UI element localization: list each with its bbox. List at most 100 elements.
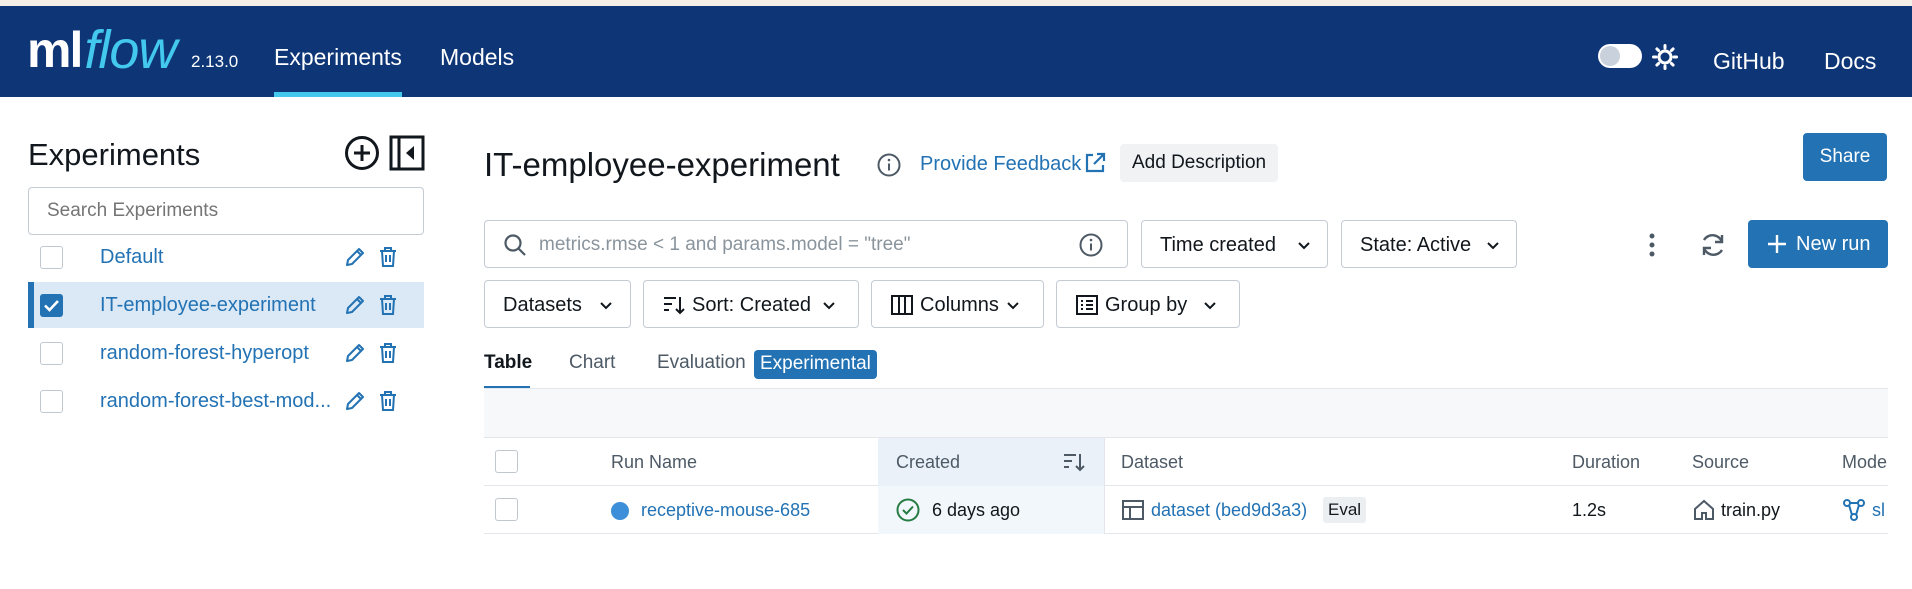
top-navbar: ml flow 2.13.0 Experiments Models GitHub… (0, 6, 1912, 97)
pencil-icon[interactable] (343, 245, 367, 269)
sidebar-item-it-employee-experiment[interactable]: IT-employee-experiment (28, 282, 424, 328)
experiment-checkbox[interactable] (40, 246, 63, 269)
check-circle-icon (896, 498, 920, 522)
sun-icon[interactable] (1652, 44, 1678, 70)
tab-table[interactable]: Table (484, 352, 532, 374)
sidebar-item-label[interactable]: IT-employee-experiment (100, 294, 340, 317)
run-name-link[interactable]: receptive-mouse-685 (641, 500, 810, 521)
created-value: 6 days ago (932, 500, 1021, 520)
experimental-badge: Experimental (754, 350, 877, 379)
sort-dropdown[interactable]: Sort: Created (643, 280, 859, 328)
dropdown-label: State: Active (1360, 234, 1472, 256)
nav-tab-models[interactable]: Models (440, 44, 514, 71)
column-header-run-name[interactable]: Run Name (611, 452, 697, 473)
provide-feedback-link[interactable]: Provide Feedback (920, 153, 1081, 176)
sidebar-item-label[interactable]: Default (100, 246, 340, 269)
info-icon[interactable] (877, 153, 901, 177)
run-search-input[interactable]: metrics.rmse < 1 and params.model = "tre… (539, 234, 910, 256)
tab-chart[interactable]: Chart (569, 352, 615, 374)
run-search-box[interactable]: metrics.rmse < 1 and params.model = "tre… (484, 220, 1128, 268)
column-header-duration[interactable]: Duration (1572, 452, 1640, 473)
chevron-down-icon (1203, 298, 1217, 312)
table-toolbar-area (484, 388, 1888, 438)
more-options-icon[interactable] (1640, 230, 1664, 260)
collapse-sidebar-icon[interactable] (389, 135, 425, 171)
pencil-icon[interactable] (343, 341, 367, 365)
trash-icon[interactable] (376, 245, 400, 269)
dropdown-label: Group by (1105, 294, 1188, 316)
table-row[interactable]: receptive-mouse-685 6 days ago dataset (… (484, 486, 1888, 534)
sort-icon (662, 293, 686, 317)
logo-ml-text: ml (27, 22, 83, 78)
group-by-dropdown[interactable]: Group by (1056, 280, 1240, 328)
toggle-knob (1600, 46, 1620, 66)
dropdown-label: Columns (920, 294, 999, 316)
pencil-icon[interactable] (343, 293, 367, 317)
column-header-dataset[interactable]: Dataset (1121, 452, 1183, 473)
docs-link[interactable]: Docs (1824, 48, 1876, 75)
external-link-icon[interactable] (1083, 151, 1107, 175)
sort-descending-icon[interactable] (1062, 450, 1086, 474)
model-link[interactable]: sl (1872, 500, 1885, 521)
chevron-down-icon (599, 298, 613, 312)
version-label: 2.13.0 (191, 52, 239, 71)
dataset-link[interactable]: dataset (bed9d3a3) (1151, 500, 1307, 521)
sidebar-item-label[interactable]: random-forest-hyperopt (100, 342, 340, 365)
github-link[interactable]: GitHub (1713, 48, 1785, 75)
experiment-search-input[interactable] (28, 187, 424, 235)
sidebar-item-random-forest-best-model[interactable]: random-forest-best-mod... (28, 378, 424, 424)
add-description-button[interactable]: Add Description (1120, 144, 1279, 182)
nav-tab-experiments[interactable]: Experiments (274, 44, 402, 71)
row-checkbox[interactable] (495, 498, 518, 521)
duration-value: 1.2s (1572, 500, 1607, 520)
dropdown-label: Sort: Created (692, 294, 811, 316)
experiment-checkbox[interactable] (40, 294, 63, 317)
dropdown-label: Datasets (503, 294, 582, 316)
add-experiment-icon[interactable] (344, 135, 380, 171)
pencil-icon[interactable] (343, 389, 367, 413)
sidebar-item-random-forest-hyperopt[interactable]: random-forest-hyperopt (28, 330, 424, 376)
sidebar-item-label[interactable]: random-forest-best-mod... (100, 390, 340, 413)
columns-icon (890, 293, 914, 317)
tab-evaluation[interactable]: Evaluation (657, 352, 746, 374)
select-all-checkbox[interactable] (495, 450, 518, 473)
search-info-icon[interactable] (1079, 233, 1103, 257)
columns-dropdown[interactable]: Columns (871, 280, 1044, 328)
list-icon (1075, 293, 1099, 317)
chevron-down-icon (1006, 298, 1020, 312)
source-value[interactable]: train.py (1721, 500, 1780, 521)
logo-flow-text: flow (84, 20, 177, 80)
model-icon (1842, 498, 1866, 522)
chevron-down-icon (822, 298, 836, 312)
table-icon (1121, 498, 1145, 522)
column-header-models[interactable]: Mode (1842, 452, 1887, 473)
time-created-dropdown[interactable]: Time created (1141, 220, 1328, 268)
experiment-checkbox[interactable] (40, 342, 63, 365)
mlflow-logo[interactable]: ml flow (27, 20, 177, 80)
dataset-tag-badge: Eval (1323, 497, 1367, 523)
dropdown-label: Time created (1160, 234, 1276, 256)
run-color-dot[interactable] (611, 502, 629, 520)
sidebar-item-default[interactable]: Default (28, 234, 424, 280)
refresh-icon[interactable] (1698, 230, 1728, 260)
sidebar-title: Experiments (28, 137, 201, 172)
chevron-down-icon (1486, 238, 1500, 252)
chevron-down-icon (1297, 238, 1311, 252)
datasets-dropdown[interactable]: Datasets (484, 280, 631, 328)
state-dropdown[interactable]: State: Active (1341, 220, 1517, 268)
trash-icon[interactable] (376, 293, 400, 317)
active-tab-indicator (274, 92, 402, 97)
new-run-button[interactable]: New run (1748, 220, 1888, 268)
column-header-created[interactable]: Created (896, 452, 960, 473)
experiment-title: IT-employee-experiment (484, 146, 840, 183)
theme-toggle[interactable] (1598, 44, 1642, 68)
share-button[interactable]: Share (1803, 133, 1887, 181)
new-run-label: New run (1796, 233, 1871, 255)
column-header-source[interactable]: Source (1692, 452, 1749, 473)
home-icon (1692, 498, 1716, 522)
table-header-row: Run Name Created Dataset Duration Source… (484, 438, 1888, 486)
trash-icon[interactable] (376, 389, 400, 413)
experiment-checkbox[interactable] (40, 390, 63, 413)
trash-icon[interactable] (376, 341, 400, 365)
column-divider (1104, 438, 1105, 534)
